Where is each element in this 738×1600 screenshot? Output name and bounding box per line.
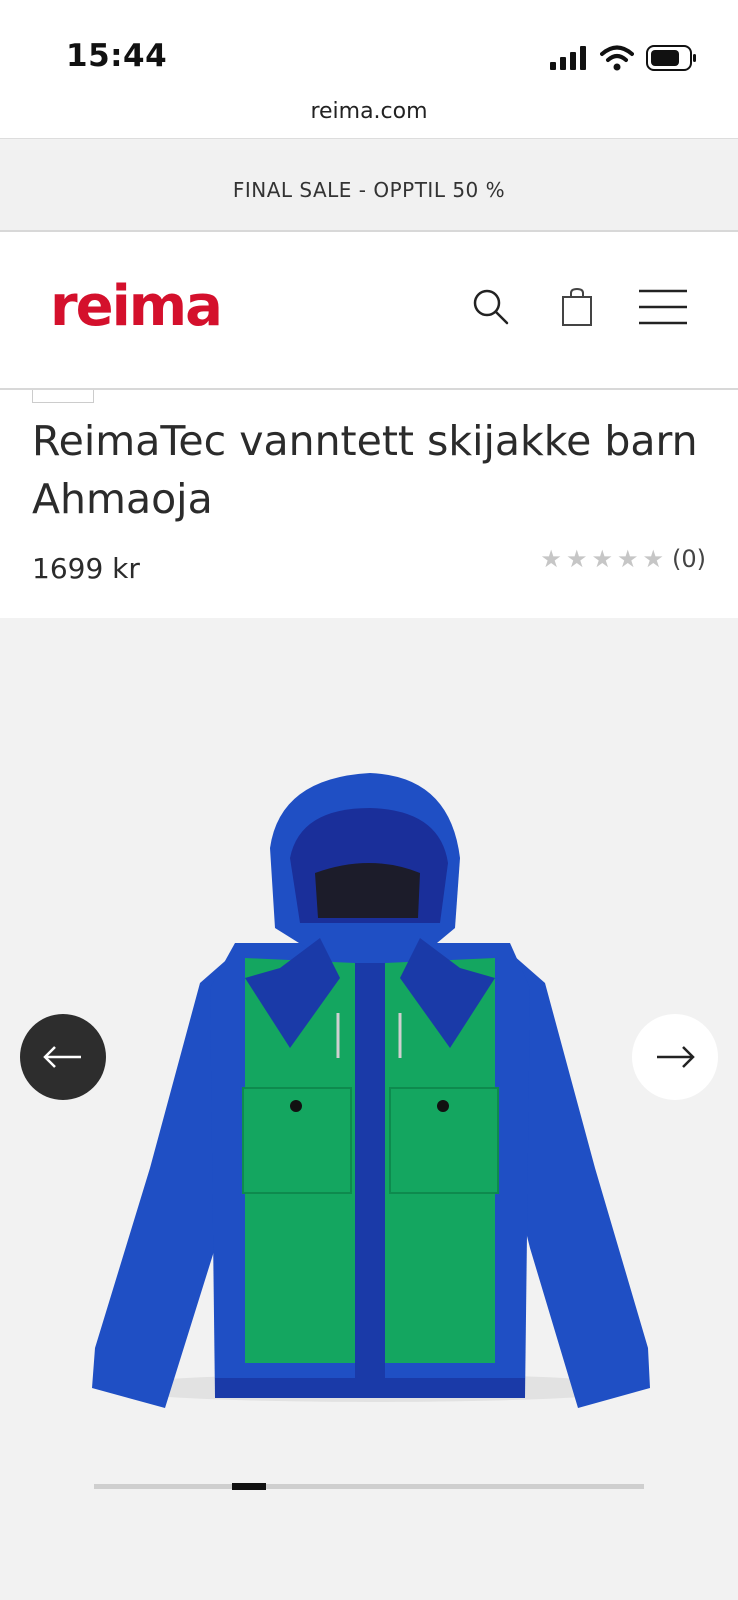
signal-icon <box>550 46 586 70</box>
star-icon: ★ <box>565 545 588 573</box>
product-image <box>92 773 650 1408</box>
status-time: 15:44 <box>66 38 168 74</box>
search-icon <box>473 289 509 325</box>
browser-url-bar[interactable]: reima.com <box>0 92 738 139</box>
arrow-left-icon <box>43 1046 81 1068</box>
site-header: reima <box>0 232 738 390</box>
status-icons <box>550 42 698 74</box>
product-title: ReimaTec vanntett skijakke barn Ahmaoja <box>32 417 698 523</box>
wifi-icon <box>600 45 634 71</box>
star-icon: ★ <box>540 545 562 573</box>
cart-button[interactable] <box>552 282 602 332</box>
gallery-prev-button[interactable] <box>20 1014 106 1100</box>
star-icon: ★ <box>616 545 639 573</box>
battery-icon <box>646 45 696 71</box>
promo-banner[interactable]: FINAL SALE - OPPTIL 50 % <box>0 150 738 232</box>
status-bar: 15:44 <box>0 0 738 92</box>
gallery-progress-indicator[interactable] <box>232 1483 266 1490</box>
reima-logo[interactable]: reima <box>50 274 223 339</box>
menu-button[interactable] <box>638 282 688 332</box>
search-button[interactable] <box>466 282 516 332</box>
star-icon: ★ <box>642 545 664 573</box>
gallery-progress-track[interactable] <box>94 1483 644 1490</box>
product-rating[interactable]: ★ ★ ★ ★ ★ (0) <box>540 545 706 573</box>
product-price: 1699 kr <box>32 552 140 585</box>
product-gallery[interactable] <box>0 618 738 1600</box>
review-count: (0) <box>672 545 706 573</box>
arrow-right-icon <box>657 1046 695 1068</box>
product-info: ReimaTec vanntett skijakke barn Ahmaoja … <box>0 390 738 618</box>
shopping-bag-icon <box>562 287 592 326</box>
menu-icon <box>639 289 687 325</box>
star-icon: ★ <box>591 545 613 573</box>
url-text: reima.com <box>310 99 428 124</box>
promo-text: FINAL SALE - OPPTIL 50 % <box>232 178 506 202</box>
thumbnail-edge <box>32 390 94 403</box>
gallery-next-button[interactable] <box>632 1014 718 1100</box>
